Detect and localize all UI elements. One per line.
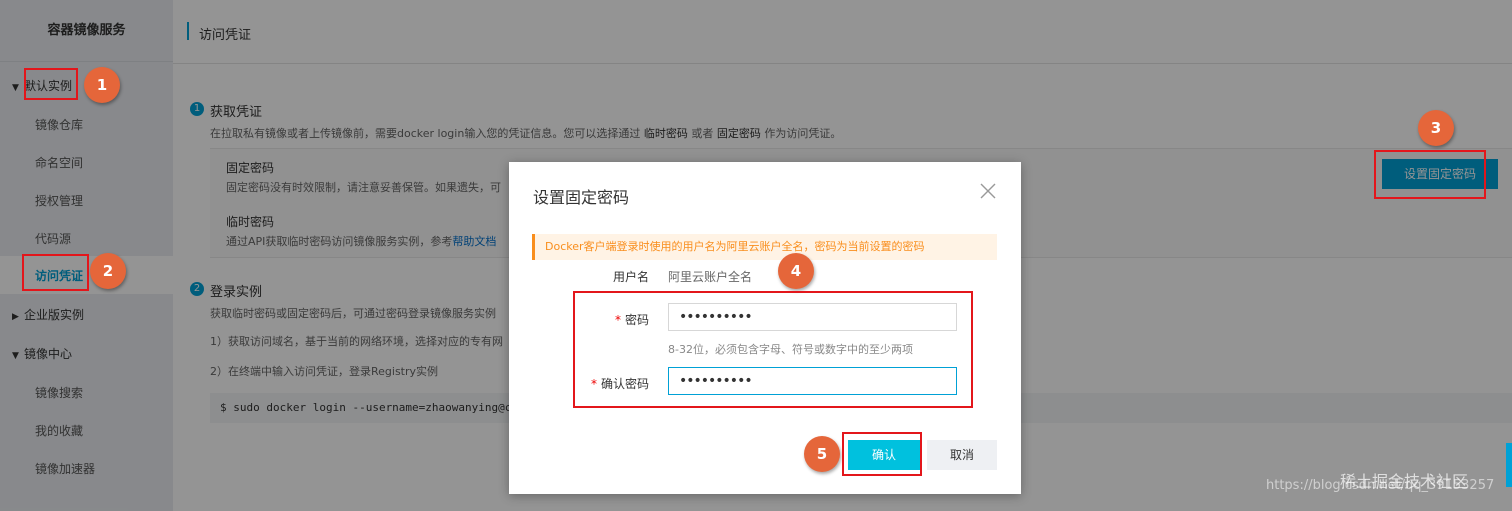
cancel-button[interactable]: 取消: [927, 440, 997, 470]
dialog-title: 设置固定密码: [533, 188, 630, 207]
close-icon[interactable]: [979, 182, 997, 200]
watermark-url: https://blog.csdn.net/qq_39153257: [1266, 478, 1495, 493]
annotation-badge-3: 3: [1418, 110, 1454, 146]
annotation-badge-2: 2: [90, 253, 126, 289]
username-value: 阿里云账户全名: [668, 270, 753, 284]
annotation-box-2: [22, 254, 89, 291]
annotation-badge-1: 1: [84, 67, 120, 103]
annotation-box-1: [24, 68, 78, 100]
dialog-notice: Docker客户端登录时使用的用户名为阿里云账户全名，密码为当前设置的密码: [532, 234, 997, 260]
annotation-badge-4: 4: [778, 253, 814, 289]
annotation-box-3: [1374, 150, 1486, 199]
annotation-box-4: [573, 291, 973, 408]
feedback-tab[interactable]: [1506, 443, 1512, 487]
annotation-badge-5: 5: [804, 436, 840, 472]
annotation-box-5: [842, 432, 922, 476]
username-label: 用户名: [612, 270, 649, 284]
